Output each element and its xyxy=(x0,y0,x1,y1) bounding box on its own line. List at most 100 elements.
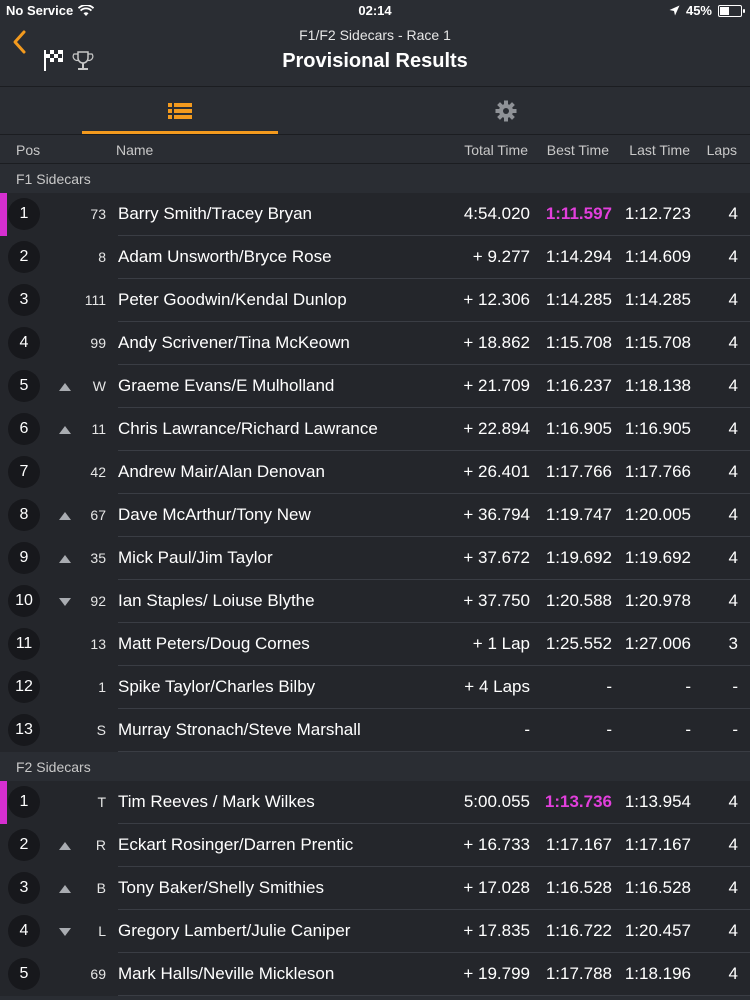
rider-names: Graeme Evans/E Mulholland xyxy=(118,376,335,395)
race-number: 73 xyxy=(90,206,106,222)
result-row[interactable]: 5 W Graeme Evans/E Mulholland + 21.709 1:16.… xyxy=(0,365,750,408)
results-column-header: Pos Name Total Time Best Time Last Time … xyxy=(0,135,750,164)
race-number: L xyxy=(98,923,106,939)
last-time: 1:15.708 xyxy=(624,333,691,352)
position-badge: 4 xyxy=(8,915,40,947)
rider-names: Peter Goodwin/Kendal Dunlop xyxy=(118,290,347,309)
race-number: 92 xyxy=(90,593,106,609)
section-title: F2 Sidecars xyxy=(16,759,91,775)
result-row[interactable]: 2 8 Adam Unsworth/Bryce Rose + 9.277 1:14.29… xyxy=(0,236,750,279)
last-time: 1:16.905 xyxy=(624,419,691,438)
race-number: T xyxy=(97,794,106,810)
position-up-arrow-icon xyxy=(59,426,71,434)
result-row[interactable]: 1 73 Barry Smith/Tracey Bryan 4:54.020 1:11.… xyxy=(0,193,750,236)
total-time: + 21.709 xyxy=(463,376,530,395)
total-time: + 17.028 xyxy=(463,878,530,897)
rider-names: Eckart Rosinger/Darren Prentic xyxy=(118,835,354,854)
result-row[interactable]: 11 13 Matt Peters/Doug Cornes + 1 Lap 1:25.5… xyxy=(0,623,750,666)
best-time: 1:11.597 xyxy=(545,204,612,223)
total-time: + 37.750 xyxy=(463,591,530,610)
best-time: - xyxy=(606,677,612,696)
result-row[interactable]: 4 L Gregory Lambert/Julie Caniper + 17.835 1… xyxy=(0,910,750,953)
rider-names: Chris Lawrance/Richard Lawrance xyxy=(118,419,378,438)
tab-results-list[interactable] xyxy=(82,87,278,134)
race-number: R xyxy=(95,837,106,853)
result-row[interactable]: 12 1 Spike Taylor/Charles Bilby + 4 Laps - - - xyxy=(0,666,750,709)
total-time: + 18.862 xyxy=(463,333,530,352)
rider-names: Mick Paul/Jim Taylor xyxy=(118,548,273,567)
position-up-arrow-icon xyxy=(59,512,71,520)
result-row[interactable]: 13 S Murray Stronach/Steve Marshall - - - - xyxy=(0,709,750,752)
rider-names: Tony Baker/Shelly Smithies xyxy=(118,878,324,897)
best-time: 1:16.722 xyxy=(545,921,612,940)
section-header: F1 Sidecars xyxy=(0,164,750,192)
best-time: - xyxy=(606,720,612,739)
best-time: 1:16.237 xyxy=(545,376,612,395)
laps-count: 4 xyxy=(728,548,738,567)
total-time: + 26.401 xyxy=(463,462,530,481)
laps-count: 4 xyxy=(728,591,738,610)
race-number: 111 xyxy=(84,292,106,308)
laps-count: 4 xyxy=(728,964,738,983)
col-name: Name xyxy=(116,142,154,158)
clock: 02:14 xyxy=(358,3,392,18)
section-title: F1 Sidecars xyxy=(16,171,91,187)
race-subtitle: F1/F2 Sidecars - Race 1 xyxy=(299,27,451,43)
total-time: + 9.277 xyxy=(472,247,530,266)
position-badge: 2 xyxy=(8,241,40,273)
best-time: 1:16.528 xyxy=(545,878,612,897)
result-row[interactable]: 6 11 Chris Lawrance/Richard Lawrance + 22.8… xyxy=(0,408,750,451)
best-time: 1:19.747 xyxy=(545,505,612,524)
col-best-time: Best Time xyxy=(546,142,609,158)
position-up-arrow-icon xyxy=(59,383,71,391)
last-time: 1:14.609 xyxy=(624,247,691,266)
location-arrow-icon xyxy=(669,5,680,16)
total-time: + 1 Lap xyxy=(472,634,530,653)
result-row[interactable]: 3 B Tony Baker/Shelly Smithies + 17.028 1:16… xyxy=(0,867,750,910)
tab-settings[interactable] xyxy=(408,87,604,134)
position-badge: 5 xyxy=(8,370,40,402)
laps-count: 4 xyxy=(728,333,738,352)
laps-count: 4 xyxy=(728,835,738,854)
battery-icon xyxy=(718,4,745,17)
position-up-arrow-icon xyxy=(59,555,71,563)
laps-count: 4 xyxy=(728,921,738,940)
status-bar: No Service 02:14 45% xyxy=(0,0,750,22)
result-row[interactable]: 10 92 Ian Staples/ Loiuse Blythe + 37.750 1:… xyxy=(0,580,750,623)
result-row[interactable]: 1 T Tim Reeves / Mark Wilkes 5:00.055 1:13.7… xyxy=(0,781,750,824)
result-row[interactable]: 9 35 Mick Paul/Jim Taylor + 37.672 1:19.692 1… xyxy=(0,537,750,580)
result-row[interactable]: 5 69 Mark Halls/Neville Mickleson + 19.799 1… xyxy=(0,953,750,996)
last-time: 1:20.005 xyxy=(624,505,691,524)
position-badge: 4 xyxy=(8,327,40,359)
position-badge: 5 xyxy=(8,958,40,990)
race-number: 35 xyxy=(90,550,106,566)
best-time: 1:17.788 xyxy=(545,964,612,983)
result-row[interactable]: 4 99 Andy Scrivener/Tina McKeown + 18.862 1:… xyxy=(0,322,750,365)
best-time: 1:16.905 xyxy=(545,419,612,438)
laps-count: 4 xyxy=(728,505,738,524)
position-badge: 13 xyxy=(8,714,40,746)
result-row[interactable]: 7 42 Andrew Mair/Alan Denovan + 26.401 1:17.… xyxy=(0,451,750,494)
result-row[interactable]: 2 R Eckart Rosinger/Darren Prentic + 16.733… xyxy=(0,824,750,867)
position-badge: 1 xyxy=(8,786,40,818)
best-time: 1:14.285 xyxy=(545,290,612,309)
total-time: + 12.306 xyxy=(463,290,530,309)
laps-count: 3 xyxy=(728,634,738,653)
row-separator xyxy=(118,995,750,996)
total-time: + 37.672 xyxy=(463,548,530,567)
rider-names: Andy Scrivener/Tina McKeown xyxy=(118,333,350,352)
leader-marker xyxy=(0,193,7,236)
last-time: - xyxy=(685,720,691,739)
result-row[interactable]: 3 111 Peter Goodwin/Kendal Dunlop + 12.306 1… xyxy=(0,279,750,322)
rider-names: Mark Halls/Neville Mickleson xyxy=(118,964,335,983)
total-time: + 19.799 xyxy=(463,964,530,983)
race-number: 8 xyxy=(98,249,106,265)
last-time: 1:27.006 xyxy=(624,634,691,653)
last-time: 1:19.692 xyxy=(624,548,691,567)
section-header: F2 Sidecars xyxy=(0,752,750,780)
total-time: + 4 Laps xyxy=(464,677,530,696)
last-time: 1:12.723 xyxy=(624,204,691,223)
list-icon xyxy=(168,102,192,119)
result-row[interactable]: 8 67 Dave McArthur/Tony New + 36.794 1:19.74… xyxy=(0,494,750,537)
laps-count: - xyxy=(732,720,738,739)
